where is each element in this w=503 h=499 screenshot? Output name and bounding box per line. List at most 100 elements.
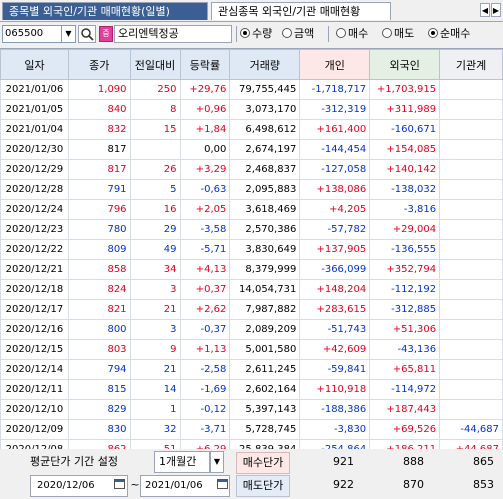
- table-row[interactable]: 2020/12/29 817 26 +3,29 2,468,837 -127,058 +14…: [0, 159, 503, 180]
- cell-foreign: -138,032: [369, 179, 441, 200]
- cell-date: 2020/12/10: [0, 399, 69, 420]
- cell-volume: 5,728,745: [229, 419, 301, 440]
- cell-rate: -1,69: [179, 379, 231, 400]
- calendar-icon[interactable]: [114, 475, 128, 497]
- radio-buy[interactable]: 매수: [336, 26, 368, 42]
- cell-rate: +0,96: [179, 99, 231, 120]
- radio-sell-label: 매도: [394, 27, 415, 40]
- column-header-volume[interactable]: 거래량: [229, 49, 301, 80]
- cell-volume: 14,054,731: [229, 279, 301, 300]
- radio-net-buy[interactable]: 순매수: [428, 26, 470, 42]
- column-header-close[interactable]: 종가: [67, 49, 131, 80]
- cell-institution: [439, 259, 503, 280]
- cell-date: 2020/12/22: [0, 239, 69, 260]
- column-header-individual[interactable]: 개인: [299, 49, 371, 80]
- table-row[interactable]: 2020/12/23 780 29 -3,58 2,570,386 -57,782 +29,…: [0, 219, 503, 240]
- table-row[interactable]: 2020/12/30 817 0,00 2,674,197 -144,454 +154,0…: [0, 139, 503, 160]
- cell-institution: [439, 379, 503, 400]
- tab-daily-foreign-institution[interactable]: 종목별 외국인/기관 매매현황(일별): [2, 2, 208, 20]
- chevron-down-icon[interactable]: ▼: [210, 451, 224, 473]
- cell-rate: -0,12: [179, 399, 231, 420]
- calendar-icon[interactable]: [217, 475, 231, 497]
- cell-close: 794: [67, 359, 131, 380]
- table-row[interactable]: 2020/12/09 830 32 -3,71 5,728,745 -3,830 +69,5…: [0, 419, 503, 440]
- cell-rate: +3,29: [179, 159, 231, 180]
- chevron-down-icon[interactable]: ▼: [62, 25, 76, 43]
- cell-individual: +161,400: [299, 119, 371, 140]
- cell-change: 1: [129, 399, 181, 420]
- cell-volume: 7,987,882: [229, 299, 301, 320]
- stock-code-input[interactable]: 065500: [2, 25, 62, 43]
- table-row[interactable]: 2020/12/17 821 21 +2,62 7,987,882 +283,615 -31…: [0, 299, 503, 320]
- cell-rate: -3,58: [179, 219, 231, 240]
- cell-individual: -59,841: [299, 359, 371, 380]
- cell-date: 2020/12/09: [0, 419, 69, 440]
- cell-individual: -312,319: [299, 99, 371, 120]
- cell-institution: [439, 279, 503, 300]
- cell-rate: +29,76: [179, 79, 231, 100]
- radio-sell[interactable]: 매도: [382, 26, 414, 42]
- cell-individual: -3,830: [299, 419, 371, 440]
- radio-unselected-icon: [382, 28, 392, 38]
- search-button[interactable]: [78, 25, 96, 43]
- radio-unselected-icon: [336, 28, 346, 38]
- column-header-rate[interactable]: 등락률: [179, 49, 231, 80]
- cell-change: 49: [129, 239, 181, 260]
- table-row[interactable]: 2020/12/28 791 5 -0,63 2,095,883 +138,086 -138…: [0, 179, 503, 200]
- cell-foreign: +140,142: [369, 159, 441, 180]
- cell-date: 2020/12/30: [0, 139, 69, 160]
- cell-foreign: +187,443: [369, 399, 441, 420]
- column-header-institution[interactable]: 기관계: [439, 49, 503, 80]
- cell-foreign: +311,989: [369, 99, 441, 120]
- column-header-date[interactable]: 일자: [0, 49, 69, 80]
- column-header-foreign[interactable]: 외국인: [369, 49, 441, 80]
- cell-close: 796: [67, 199, 131, 220]
- radio-quantity[interactable]: 수량: [240, 26, 272, 42]
- cell-rate: 0,00: [179, 139, 231, 160]
- table-row[interactable]: 2020/12/21 858 34 +4,13 8,379,999 -366,099 +35…: [0, 259, 503, 280]
- table-row[interactable]: 2020/12/11 815 14 -1,69 2,602,164 +110,918 -11…: [0, 379, 503, 400]
- table-row[interactable]: 2021/01/04 832 15 +1,84 6,498,612 +161,400 -16…: [0, 119, 503, 140]
- cell-institution: -44,687: [439, 419, 503, 440]
- cell-date: 2020/12/28: [0, 179, 69, 200]
- tab-watchlist-foreign-institution[interactable]: 관심종목 외국인/기관 매매현황: [211, 2, 391, 20]
- tab-scroll-right-icon[interactable]: ▶: [491, 3, 501, 17]
- stock-flag-icon[interactable]: 중: [99, 26, 113, 42]
- average-price-panel: 평균단가 기간 설정 1개월간 ▼ 2020/12/06 ~ 2021/01/0…: [0, 449, 503, 499]
- cell-rate: -0,37: [179, 319, 231, 340]
- cell-individual: +148,204: [299, 279, 371, 300]
- table-row[interactable]: 2020/12/22 809 49 -5,71 3,830,649 +137,905 -13…: [0, 239, 503, 260]
- cell-change: 21: [129, 359, 181, 380]
- divider: [236, 26, 237, 42]
- table-row[interactable]: 2021/01/05 840 8 +0,96 3,073,170 -312,319 +311…: [0, 99, 503, 120]
- radio-amount[interactable]: 금액: [282, 26, 314, 42]
- cell-institution: [439, 319, 503, 340]
- cell-change: 34: [129, 259, 181, 280]
- cell-institution: [439, 99, 503, 120]
- table-row[interactable]: 2020/12/10 829 1 -0,12 5,397,143 -188,386 +187…: [0, 399, 503, 420]
- cell-institution: [439, 359, 503, 380]
- cell-close: 832: [67, 119, 131, 140]
- cell-foreign: +1,703,915: [369, 79, 441, 100]
- table-header-row: 일자 종가 전일대비 등락률 거래량 개인 외국인 기관계: [0, 49, 503, 80]
- tab-scroll-left-icon[interactable]: ◀: [480, 3, 490, 17]
- cell-institution: [439, 159, 503, 180]
- cell-volume: 2,570,386: [229, 219, 301, 240]
- table-row[interactable]: 2021/01/06 1,090 250 +29,76 79,755,445 -1,718…: [0, 79, 503, 100]
- cell-change: 250: [129, 79, 181, 100]
- cell-rate: +1,84: [179, 119, 231, 140]
- cell-change: 29: [129, 219, 181, 240]
- table-row[interactable]: 2020/12/18 824 3 +0,37 14,054,731 +148,204 -11…: [0, 279, 503, 300]
- cell-institution: [439, 399, 503, 420]
- cell-close: 817: [67, 159, 131, 180]
- cell-date: 2020/12/23: [0, 219, 69, 240]
- table-row[interactable]: 2020/12/14 794 21 -2,58 2,611,245 -59,841 +65,…: [0, 359, 503, 380]
- table-row[interactable]: 2020/12/16 800 3 -0,37 2,089,209 -51,743 +51,3…: [0, 319, 503, 340]
- column-header-change[interactable]: 전일대비: [129, 49, 181, 80]
- period-select[interactable]: 1개월간: [154, 451, 210, 473]
- cell-individual: -57,782: [299, 219, 371, 240]
- cell-date: 2020/12/21: [0, 259, 69, 280]
- table-row[interactable]: 2020/12/24 796 16 +2,05 3,618,469 +4,205 -3,81…: [0, 199, 503, 220]
- cell-date: 2020/12/14: [0, 359, 69, 380]
- table-row[interactable]: 2020/12/15 803 9 +1,13 5,001,580 +42,609 -43,1…: [0, 339, 503, 360]
